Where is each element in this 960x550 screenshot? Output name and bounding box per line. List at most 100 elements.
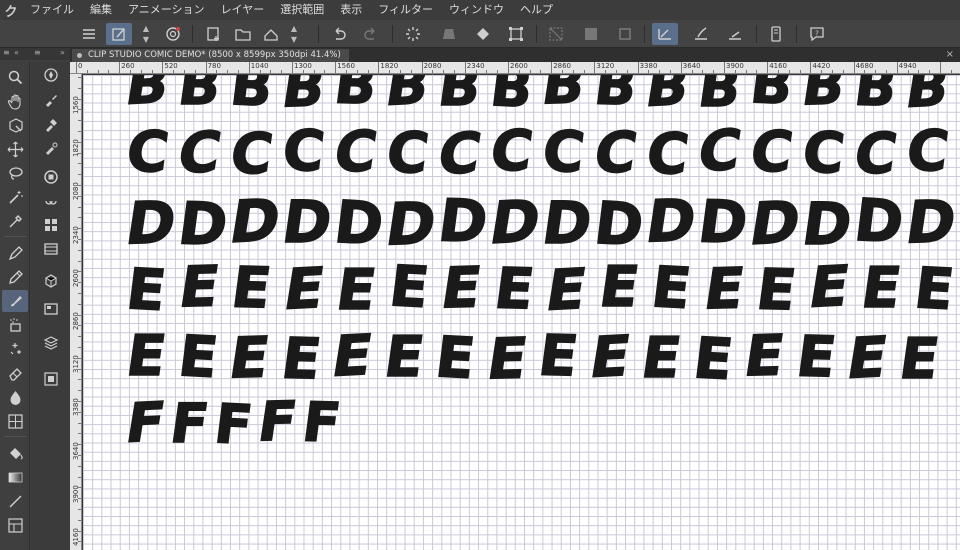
menu-view[interactable]: 表示: [332, 0, 370, 20]
menu-animation[interactable]: アニメーション: [120, 0, 213, 20]
blend-icon[interactable]: [2, 386, 28, 408]
brush-size-icon[interactable]: [39, 138, 63, 160]
brush-letter-glyph: B: [538, 75, 590, 117]
menu-file[interactable]: ファイル: [22, 0, 82, 20]
layer-property-icon[interactable]: [39, 368, 63, 390]
expand-right-icon[interactable]: »: [60, 48, 65, 57]
drawing-canvas[interactable]: BBBBBBBBBBBBBBBBCCCCCCCCCCCCCCCCDDDDDDDD…: [83, 75, 960, 550]
panel-menu-icon[interactable]: ≡: [34, 48, 41, 57]
decoration-icon[interactable]: [2, 338, 28, 360]
gradient-icon[interactable]: [2, 466, 28, 488]
navigator-icon[interactable]: [39, 64, 63, 86]
brush-letter-glyph: C: [486, 118, 538, 185]
new-canvas-icon[interactable]: [200, 23, 226, 45]
figure-grid-icon[interactable]: [2, 410, 28, 432]
ruler-h-tick: [518, 70, 520, 73]
ruler-h-tick: [864, 70, 866, 73]
menu-filter[interactable]: フィルター: [370, 0, 441, 20]
app-logo-icon[interactable]: ク: [0, 0, 22, 20]
brush-tools-icon[interactable]: [39, 90, 63, 112]
smartphone-icon[interactable]: [763, 23, 789, 45]
move-icon[interactable]: [2, 138, 28, 160]
color-wheel-icon[interactable]: [39, 166, 63, 188]
brush-letter-glyph: B: [121, 75, 174, 117]
ruler-h-tick: [486, 70, 488, 73]
crop-selection-icon[interactable]: [612, 23, 638, 45]
line-icon[interactable]: [2, 490, 28, 512]
brush-letter-glyph: C: [589, 119, 642, 187]
brush-letter-glyph: E: [332, 257, 381, 324]
close-icon[interactable]: ×: [946, 48, 954, 62]
brush-letter-glyph: F: [211, 391, 257, 457]
object-select-icon[interactable]: [2, 114, 28, 136]
clear-icon[interactable]: [436, 23, 462, 45]
ruler-v-tick: [78, 357, 81, 359]
brush-letter-glyph: E: [385, 253, 433, 321]
color-slider-icon[interactable]: [39, 190, 63, 212]
ruler-v-tick: [78, 455, 81, 456]
collapse-left-icon[interactable]: «: [14, 48, 19, 57]
pencil-icon[interactable]: [2, 266, 28, 288]
ruler-h-tick: [140, 70, 142, 73]
brush-letter-glyph: E: [122, 256, 170, 324]
brush-letter-glyph: F: [254, 388, 302, 453]
ruler-h-label: 520: [164, 62, 178, 70]
menu-selection[interactable]: 選択範囲: [272, 0, 332, 20]
snap-special-ruler-icon[interactable]: [688, 23, 714, 45]
panel-menu-icon[interactable]: ≡: [3, 48, 10, 57]
menu-window[interactable]: ウィンドウ: [441, 0, 512, 20]
zoom-icon[interactable]: [2, 66, 28, 88]
invert-selection-icon[interactable]: [578, 23, 604, 45]
open-folder-icon[interactable]: [230, 23, 256, 45]
eraser-icon[interactable]: [2, 362, 28, 384]
ruler-h-tick: [529, 70, 531, 73]
save-icon[interactable]: [258, 23, 284, 45]
brush-letter-glyph: E: [122, 323, 171, 390]
snap-ruler-icon[interactable]: [652, 23, 678, 45]
ruler-h-tick: [313, 70, 315, 73]
chevron-updown-icon[interactable]: ▲ ▼: [288, 23, 300, 45]
ruler-h-tick: [162, 62, 164, 73]
brush-settings-icon[interactable]: [39, 114, 63, 136]
fill-bucket-icon[interactable]: [2, 442, 28, 464]
new-file-active-icon[interactable]: [106, 23, 132, 45]
loading-spinner-icon[interactable]: [400, 23, 426, 45]
tool-property-icon[interactable]: [39, 298, 63, 320]
unsaved-dot-icon: [77, 53, 82, 58]
clip-studio-icon[interactable]: [160, 23, 186, 45]
redo-icon[interactable]: [358, 23, 384, 45]
help-icon[interactable]: ?: [804, 23, 830, 45]
airbrush-icon[interactable]: [2, 314, 28, 336]
ruler-v-tick: [78, 163, 81, 165]
deselect-icon[interactable]: [543, 23, 569, 45]
ruler-h-label: 2860: [553, 62, 572, 70]
material-icon[interactable]: [39, 270, 63, 292]
eyedropper-icon[interactable]: [2, 210, 28, 232]
ruler-h-tick: [410, 70, 412, 73]
hand-icon[interactable]: [2, 90, 28, 112]
snap-grid-icon[interactable]: [722, 23, 748, 45]
ruler-v-tick: [78, 476, 81, 478]
ruler-v-tick: [78, 260, 81, 262]
animation-icon[interactable]: [39, 238, 63, 260]
ruler-h-tick: [119, 62, 121, 73]
brush-letter-glyph: E: [174, 323, 222, 391]
transform-icon[interactable]: [503, 23, 529, 45]
chevron-updown-icon[interactable]: ▲ ▼: [140, 23, 152, 45]
layers-icon[interactable]: [39, 332, 63, 354]
pen-icon[interactable]: [2, 242, 28, 264]
document-tab[interactable]: CLIP STUDIO COMIC DEMO* (8500 x 8599px 3…: [72, 49, 349, 62]
brush-letter-glyph: E: [534, 322, 582, 389]
fill-icon[interactable]: [470, 23, 496, 45]
brush-active-icon[interactable]: [2, 290, 28, 312]
lasso-icon[interactable]: [2, 162, 28, 184]
menu-help[interactable]: ヘルプ: [512, 0, 561, 20]
magic-wand-icon[interactable]: [2, 186, 28, 208]
frame-icon[interactable]: [2, 514, 28, 536]
menu-layer[interactable]: レイヤー: [213, 0, 273, 20]
menu-edit[interactable]: 編集: [82, 0, 120, 20]
hamburger-menu-icon[interactable]: [76, 23, 102, 45]
color-set-icon[interactable]: [39, 214, 63, 236]
undo-icon[interactable]: [326, 23, 352, 45]
horizontal-ruler: 0 260 520 780 1040 1300 1560 1820 2080 2340 2600 28…: [70, 62, 960, 74]
